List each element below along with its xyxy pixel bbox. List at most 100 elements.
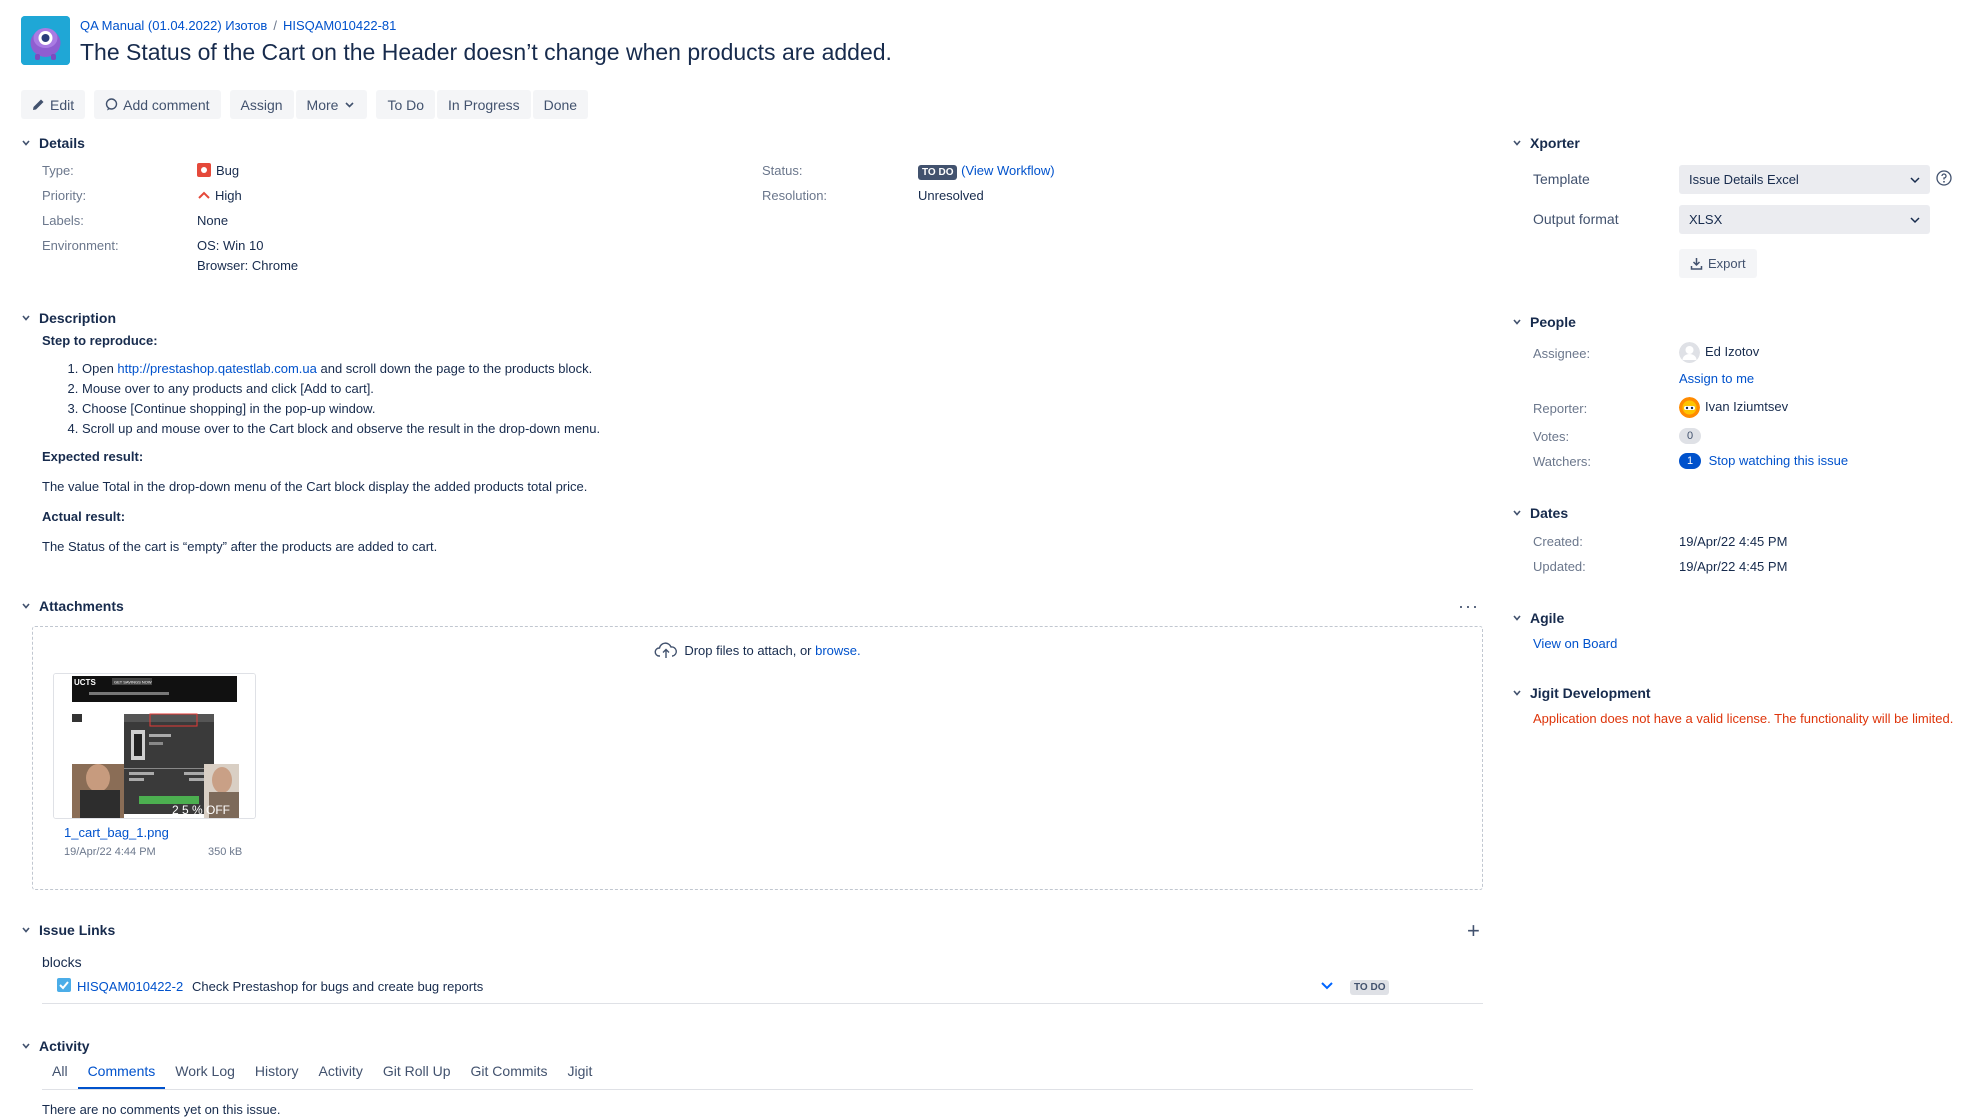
tab-history[interactable]: History bbox=[245, 1063, 309, 1089]
export-button-label: Export bbox=[1708, 256, 1746, 271]
template-select[interactable]: Issue Details Excel bbox=[1679, 165, 1930, 194]
watchers-count-badge[interactable]: 1 bbox=[1679, 453, 1701, 469]
issue-links-section-toggle[interactable]: Issue Links bbox=[21, 922, 115, 938]
view-on-board-link[interactable]: View on Board bbox=[1533, 636, 1617, 651]
attachments-dropzone[interactable]: Drop files to attach, or browse. UCTS GE… bbox=[32, 626, 1483, 890]
assignee-avatar bbox=[1679, 342, 1700, 363]
attachment-thumbnail[interactable]: UCTS GET SAVINGS NOW 2 5 % OFF bbox=[53, 673, 256, 819]
xporter-section-toggle[interactable]: Xporter bbox=[1512, 135, 1580, 151]
priority-value: High bbox=[197, 188, 242, 203]
linked-issue-row[interactable]: HISQAM010422-2 Check Prestashop for bugs… bbox=[42, 972, 1483, 1004]
dates-section-toggle[interactable]: Dates bbox=[1512, 505, 1568, 521]
add-comment-button[interactable]: Add comment bbox=[94, 90, 221, 119]
output-format-select[interactable]: XLSX bbox=[1679, 205, 1930, 234]
watchers-value: 1 Stop watching this issue bbox=[1679, 453, 1848, 469]
assign-to-me-link[interactable]: Assign to me bbox=[1679, 371, 1754, 386]
chevron-down-icon bbox=[22, 603, 30, 609]
chevron-down-icon bbox=[1910, 216, 1920, 223]
tab-all[interactable]: All bbox=[42, 1063, 78, 1089]
tab-jigit[interactable]: Jigit bbox=[558, 1063, 603, 1089]
edit-button-label: Edit bbox=[50, 96, 75, 113]
jigit-section-toggle[interactable]: Jigit Development bbox=[1512, 685, 1651, 701]
output-format-label: Output format bbox=[1533, 211, 1619, 227]
steps-list: Open http://prestashop.qatestlab.com.ua … bbox=[82, 359, 1442, 439]
people-section-toggle[interactable]: People bbox=[1512, 314, 1576, 330]
task-checkbox-icon bbox=[57, 978, 71, 992]
chevron-down-icon bbox=[22, 315, 30, 321]
linked-issue-key[interactable]: HISQAM010422-2 bbox=[77, 979, 183, 994]
output-format-select-value: XLSX bbox=[1689, 212, 1723, 227]
chevron-down-icon bbox=[1513, 319, 1521, 325]
dates-heading: Dates bbox=[1530, 505, 1569, 521]
status-value: TO DO (View Workflow) bbox=[918, 163, 1055, 180]
description-body: Step to reproduce: Open http://prestasho… bbox=[42, 331, 1442, 557]
votes-count-badge[interactable]: 0 bbox=[1679, 428, 1701, 444]
breadcrumb-separator: / bbox=[273, 18, 277, 33]
tab-work-log[interactable]: Work Log bbox=[165, 1063, 245, 1089]
people-heading: People bbox=[1530, 314, 1576, 330]
breadcrumb-project-link[interactable]: QA Manual (01.04.2022) Изотов bbox=[80, 18, 267, 33]
thumb-badge-text: GET SAVINGS NOW bbox=[114, 680, 152, 685]
priority-low-icon bbox=[1321, 982, 1333, 990]
chevron-down-icon bbox=[1513, 510, 1521, 516]
done-button[interactable]: Done bbox=[532, 90, 589, 119]
assign-button[interactable]: Assign bbox=[229, 90, 294, 119]
chevron-down-icon bbox=[22, 927, 30, 933]
status-badge: TO DO bbox=[918, 165, 958, 180]
bug-icon bbox=[197, 163, 211, 177]
add-comment-button-label: Add comment bbox=[123, 96, 210, 113]
in-progress-button[interactable]: In Progress bbox=[437, 90, 531, 119]
status-label: Status: bbox=[762, 163, 803, 178]
details-section-toggle[interactable]: Details bbox=[21, 135, 85, 151]
tab-activity[interactable]: Activity bbox=[308, 1063, 372, 1089]
browse-link[interactable]: browse. bbox=[815, 643, 861, 658]
actual-text: The Status of the cart is “empty” after … bbox=[42, 539, 438, 554]
attachments-section-toggle[interactable]: Attachments bbox=[21, 598, 124, 614]
tab-git-roll-up[interactable]: Git Roll Up bbox=[373, 1063, 461, 1089]
thumb-promo-text: 2 5 % OFF bbox=[172, 803, 230, 817]
license-warning-text: Application does not have a valid licens… bbox=[1533, 711, 1954, 726]
cloud-upload-icon bbox=[654, 642, 678, 658]
assignee-name[interactable]: Ed Izotov bbox=[1705, 344, 1759, 359]
view-workflow-link[interactable]: (View Workflow) bbox=[961, 163, 1054, 178]
reporter-name[interactable]: Ivan Iziumtsev bbox=[1705, 399, 1788, 414]
link-relation-label: blocks bbox=[42, 954, 82, 970]
chevron-down-icon bbox=[1513, 140, 1521, 146]
activity-tabs: All Comments Work Log History Activity G… bbox=[42, 1063, 602, 1089]
chevron-down-icon bbox=[1513, 615, 1521, 621]
project-avatar-icon[interactable] bbox=[21, 16, 70, 65]
to-do-button[interactable]: To Do bbox=[376, 90, 436, 119]
edit-button[interactable]: Edit bbox=[21, 90, 86, 119]
linked-issue-summary: Check Prestashop for bugs and create bug… bbox=[192, 979, 484, 994]
more-button[interactable]: More bbox=[295, 90, 368, 119]
labels-label: Labels: bbox=[42, 213, 84, 228]
breadcrumb-issue-key-link[interactable]: HISQAM010422-81 bbox=[283, 18, 396, 33]
environment-browser: Browser: Chrome bbox=[197, 258, 299, 273]
tab-git-commits[interactable]: Git Commits bbox=[461, 1063, 558, 1089]
created-label: Created: bbox=[1533, 534, 1583, 549]
attachments-more-icon[interactable]: ··· bbox=[1458, 596, 1479, 617]
tab-comments[interactable]: Comments bbox=[77, 1063, 166, 1089]
add-link-icon[interactable]: + bbox=[1467, 920, 1480, 942]
step-1-prefix: Open bbox=[82, 361, 118, 376]
export-button[interactable]: Export bbox=[1679, 249, 1757, 278]
description-section-toggle[interactable]: Description bbox=[21, 310, 116, 326]
breadcrumb: QA Manual (01.04.2022) Изотов / HISQAM0104… bbox=[80, 18, 396, 33]
prestashop-link[interactable]: http://prestashop.qatestlab.com.ua bbox=[117, 361, 316, 376]
linked-issue-status-badge: TO DO bbox=[1350, 980, 1390, 995]
priority-value-text: High bbox=[215, 188, 242, 203]
resolution-label: Resolution: bbox=[762, 188, 828, 203]
activity-section-toggle[interactable]: Activity bbox=[21, 1038, 90, 1054]
priority-label: Priority: bbox=[42, 188, 87, 203]
assignee-value: Ed Izotov bbox=[1679, 342, 1759, 363]
help-icon[interactable] bbox=[1936, 170, 1952, 186]
template-select-value: Issue Details Excel bbox=[1689, 172, 1799, 187]
step-item: Open http://prestashop.qatestlab.com.ua … bbox=[82, 359, 1442, 379]
type-label: Type: bbox=[42, 163, 74, 178]
agile-section-toggle[interactable]: Agile bbox=[1512, 610, 1564, 626]
type-value: Bug bbox=[197, 163, 239, 178]
step-1-suffix: and scroll down the page to the products… bbox=[316, 361, 593, 376]
attachment-file-name[interactable]: 1_cart_bag_1.png bbox=[64, 825, 169, 840]
stop-watching-link[interactable]: Stop watching this issue bbox=[1709, 453, 1848, 468]
assign-more-group: Assign More bbox=[229, 90, 368, 120]
